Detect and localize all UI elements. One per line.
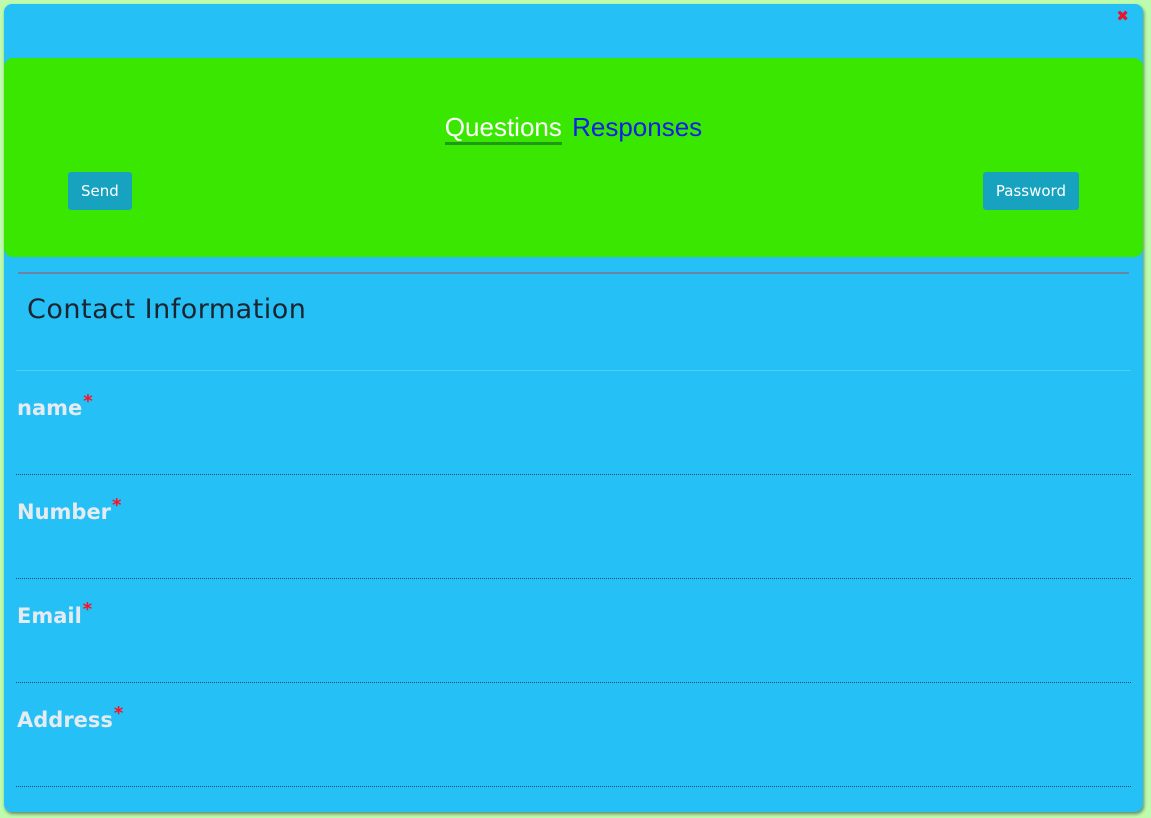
field-name: name* <box>16 376 1131 480</box>
number-input[interactable] <box>16 538 1131 579</box>
tab-bar: Questions Responses <box>4 112 1143 145</box>
required-mark: * <box>112 495 122 516</box>
header-panel: Questions Responses Send Password <box>4 58 1143 257</box>
field-number: Number* <box>16 480 1131 584</box>
field-email: Email* <box>16 584 1131 688</box>
field-label-text: Address <box>17 708 113 732</box>
field-label: Address* <box>17 703 123 732</box>
section-divider <box>16 370 1131 371</box>
email-input[interactable] <box>16 642 1131 683</box>
field-label-text: Email <box>17 604 82 628</box>
send-button[interactable]: Send <box>68 172 132 210</box>
field-label: Email* <box>17 599 92 628</box>
name-input[interactable] <box>16 434 1131 475</box>
form-window: ✖ Questions Responses Send Password Cont… <box>4 4 1143 812</box>
field-label-text: name <box>17 396 83 420</box>
field-label-text: Number <box>17 500 112 524</box>
section-title: Contact Information <box>27 294 307 325</box>
required-mark: * <box>113 703 124 724</box>
tab-questions[interactable]: Questions <box>444 112 562 145</box>
password-button[interactable]: Password <box>982 172 1079 210</box>
required-mark: * <box>82 599 93 620</box>
field-label: name* <box>17 391 93 420</box>
field-address: Address* <box>16 688 1131 792</box>
field-label: Number* <box>17 495 121 524</box>
required-mark: * <box>83 391 93 412</box>
close-icon[interactable]: ✖ <box>1116 9 1129 24</box>
address-input[interactable] <box>16 746 1131 787</box>
divider <box>18 272 1129 274</box>
tab-responses[interactable]: Responses <box>572 112 702 142</box>
